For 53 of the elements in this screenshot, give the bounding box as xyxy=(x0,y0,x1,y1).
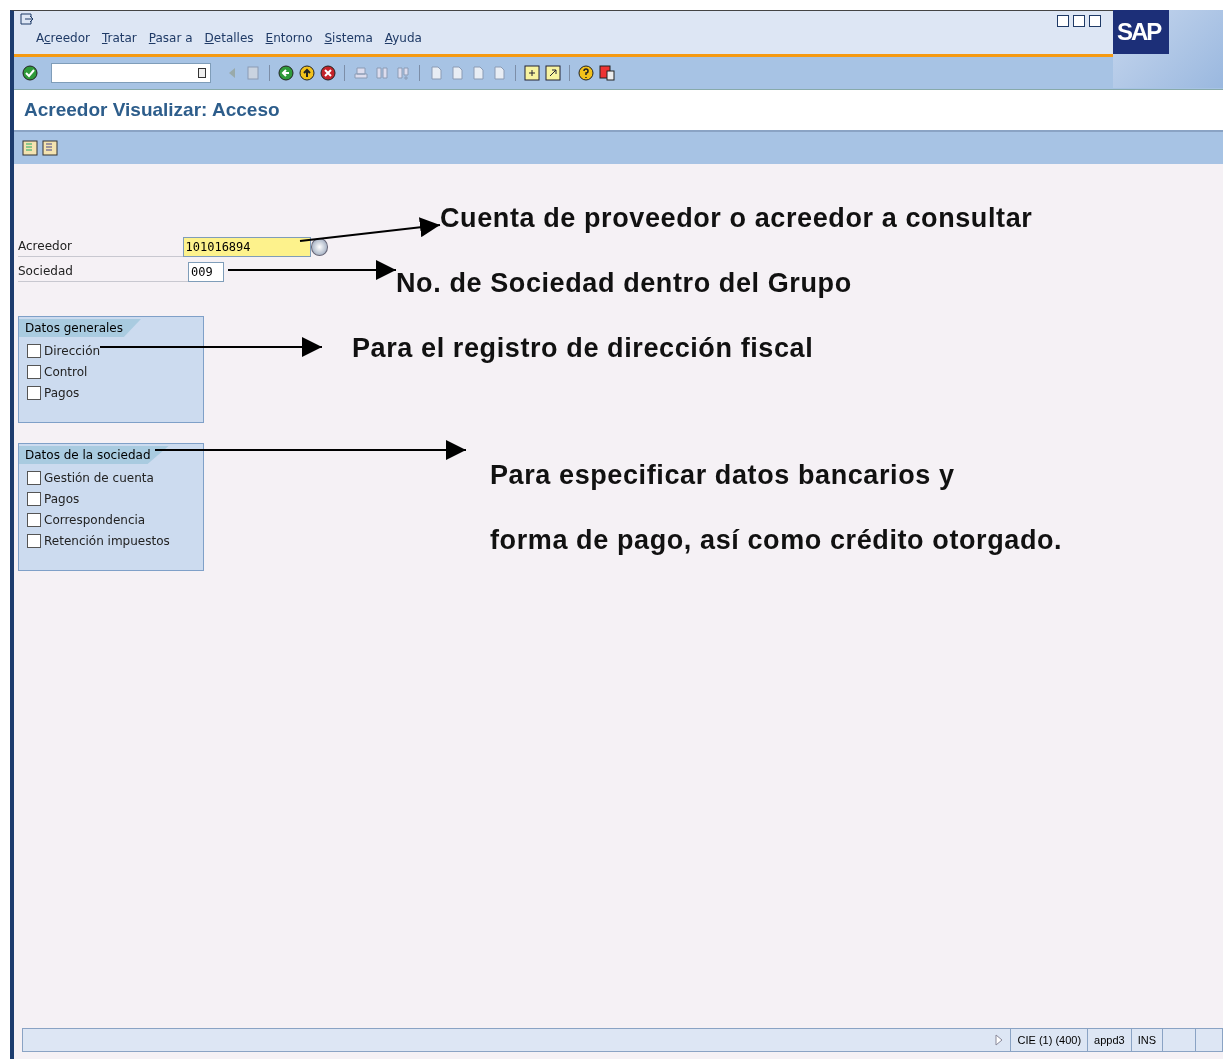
minimize-button[interactable] xyxy=(1057,15,1069,27)
checkbox[interactable] xyxy=(27,492,41,506)
menu-icon[interactable] xyxy=(20,13,34,25)
checkbox-option[interactable]: Control xyxy=(27,365,88,379)
screen-title: Acreedor Visualizar: Acceso xyxy=(24,99,280,121)
cancel-icon[interactable] xyxy=(320,65,336,81)
annotation-text: No. de Sociedad dentro del Grupo xyxy=(396,268,852,299)
field-label: Acreedor xyxy=(18,236,183,257)
menu-item[interactable]: Acreedor xyxy=(36,31,90,45)
menu-item[interactable]: Tratar xyxy=(101,31,137,45)
check-icon[interactable] xyxy=(22,65,38,81)
checkbox-option[interactable]: Retención impuestos xyxy=(27,534,170,548)
annotation-text: Para especificar datos bancarios y xyxy=(490,460,955,491)
menu-item[interactable]: Ayuda xyxy=(384,31,422,45)
checkbox-option[interactable]: Correspondencia xyxy=(27,513,146,527)
checkbox-option[interactable]: Gestión de cuenta xyxy=(27,471,154,485)
logo: SAP xyxy=(1113,10,1169,54)
checkbox[interactable] xyxy=(27,534,41,548)
group-title: Datos generales xyxy=(19,319,141,337)
text-field[interactable]: 101016894 xyxy=(182,236,311,257)
help-icon[interactable] xyxy=(578,65,594,81)
checkbox[interactable] xyxy=(27,471,41,485)
back-icon[interactable] xyxy=(278,65,294,81)
group-title: Datos de la sociedad xyxy=(19,446,169,464)
checkbox-option[interactable]: Pagos xyxy=(27,492,80,506)
triangle-icon[interactable] xyxy=(994,1033,1005,1047)
window-icon[interactable] xyxy=(524,65,540,81)
layout-icon[interactable] xyxy=(599,65,615,81)
up-icon[interactable] xyxy=(299,65,315,81)
document-icon[interactable] xyxy=(22,140,38,156)
shortcut-icon[interactable] xyxy=(545,65,561,81)
checkbox[interactable] xyxy=(27,344,41,358)
checkbox[interactable] xyxy=(27,386,41,400)
document-icon[interactable] xyxy=(42,140,58,156)
close-button[interactable] xyxy=(1089,15,1101,27)
annotation-text: forma de pago, así como crédito otorgado. xyxy=(490,525,1063,556)
checkbox-option[interactable]: Pagos xyxy=(27,386,80,400)
text-field[interactable]: 009 xyxy=(188,261,224,282)
menu-item[interactable]: Detalles xyxy=(204,31,254,45)
dropdown-icon[interactable] xyxy=(198,68,206,78)
menu-item[interactable]: Entorno xyxy=(265,31,313,45)
maximize-button[interactable] xyxy=(1073,15,1085,27)
annotation-text: Para el registro de dirección fiscal xyxy=(352,333,814,364)
status-cell: CIE (1) (400) xyxy=(1010,1029,1088,1051)
menu-item[interactable]: Sistema xyxy=(324,31,373,45)
annotation-text: Cuenta de proveedor o acreedor a consultar xyxy=(440,203,1033,234)
command-field[interactable] xyxy=(51,63,211,83)
checkbox[interactable] xyxy=(27,513,41,527)
checkbox-option[interactable]: Dirección xyxy=(27,344,101,358)
status-cell: appd3 xyxy=(1087,1029,1131,1051)
status-cell: INS xyxy=(1130,1029,1162,1051)
menu-item[interactable]: Pasar a xyxy=(148,31,193,45)
checkbox[interactable] xyxy=(27,365,41,379)
